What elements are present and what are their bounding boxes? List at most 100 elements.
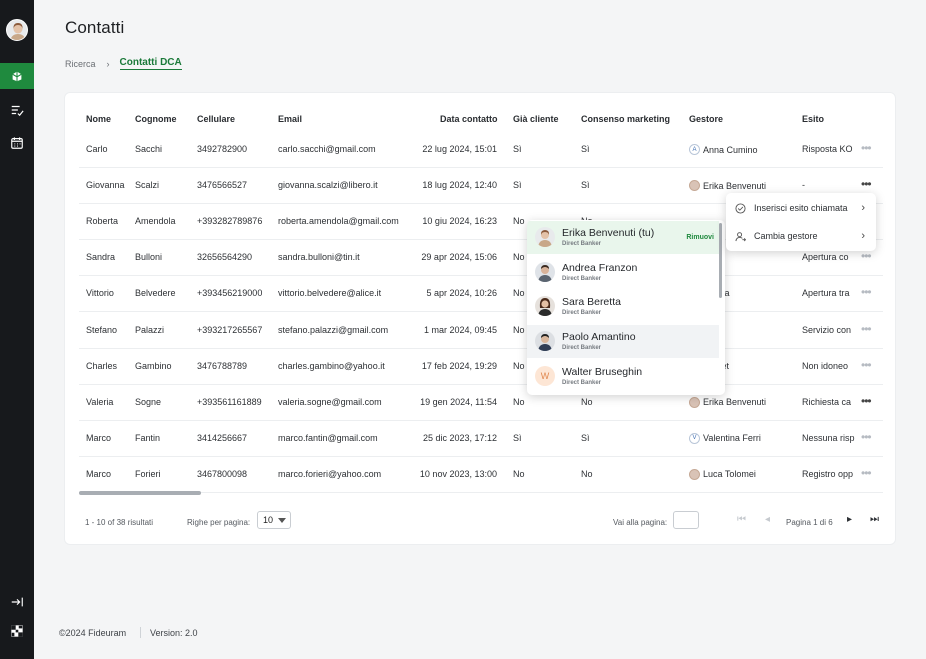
cell-data: 25 dic 2023, 17:12 [422,432,497,443]
gestore-name: Luca Tolomei [703,469,756,480]
avatar [689,180,700,192]
more-actions-icon[interactable]: ••• [861,177,872,191]
col-gestore[interactable]: Gestore [689,114,723,124]
dropdown-scrollbar[interactable] [719,223,722,298]
cell-cognome: Fantin [135,432,161,443]
user-name: Sara Beretta [562,296,621,308]
avatar [535,262,555,282]
user-role: Direct Banker [562,241,602,247]
menu-item-label: Inserisci esito chiamata [754,203,848,213]
more-actions-icon[interactable]: ••• [861,430,872,444]
col-email[interactable]: Email [278,114,302,124]
col-gia-cliente[interactable]: Già cliente [513,114,559,124]
cell-cliente: No [513,216,525,227]
col-cognome[interactable]: Cognome [135,114,177,124]
cell-esito: Risposta KO [802,144,853,154]
cell-email: marco.forieri@yahoo.com [278,468,382,479]
cell-consenso: No [581,468,593,479]
menu-item-inserisci-esito[interactable]: Inserisci esito chiamata › [726,194,876,222]
cell-email: sandra.bulloni@tin.it [278,252,360,263]
cell-email: roberta.amendola@gmail.com [278,216,399,227]
sidebar-logo [0,618,34,644]
remove-button[interactable]: Rimuovi [686,234,714,241]
footer-divider [140,627,141,638]
cell-cognome: Forieri [135,468,161,479]
cell-cell: 3414256667 [197,432,248,443]
rows-per-page-label: Righe per pagina: [187,518,251,527]
cell-cell: +393217265567 [197,324,263,335]
breadcrumb-current: Contatti DCA [119,57,182,70]
table-row[interactable]: Stefano Palazzi +393217265567 stefano.palaz… [79,313,883,349]
cell-cognome: Palazzi [135,324,165,335]
horizontal-scrollbar[interactable] [79,491,201,495]
cell-cliente: No [513,468,525,479]
gestore-name: Valentina Ferri [703,433,761,444]
avatar: V [689,432,700,444]
rows-per-page-select[interactable]: 10 [257,511,291,529]
calendar-icon [11,137,23,149]
row-action-menu: Inserisci esito chiamata › Cambia gestor… [726,193,876,251]
sidebar-item-calendar[interactable] [0,130,34,156]
user-option[interactable]: Andrea Franzon Direct Banker [527,256,719,289]
user-option[interactable]: Erika Benvenuti (tu) Direct Banker Rimuo… [527,221,719,254]
version: Version: 2.0 [150,628,198,638]
first-page-icon[interactable]: ⏮ [737,514,746,525]
col-esito[interactable]: Esito [802,114,824,124]
user-avatar[interactable] [6,19,28,41]
col-data-contatto[interactable]: Data contatto [440,114,498,124]
breadcrumb-ricerca[interactable]: Ricerca [65,59,96,69]
user-option[interactable]: W Walter Bruseghin Direct Banker [527,360,719,393]
col-cellulare[interactable]: Cellulare [197,114,235,124]
goto-page-input[interactable] [673,511,699,529]
cell-esito: Servizio con [802,324,852,335]
cell-data: 19 gen 2024, 11:54 [420,396,497,407]
cell-cliente: Sì [513,144,522,154]
cell-cognome: Sogne [135,396,162,407]
more-actions-icon[interactable]: ••• [861,322,872,336]
more-actions-icon[interactable]: ••• [861,141,872,155]
cell-data: 5 apr 2024, 10:26 [426,288,497,299]
table-row[interactable]: Marco Fantin 3414256667 marco.fantin@gmail.… [79,421,883,457]
cell-cognome: Belvedere [135,288,176,299]
more-actions-icon[interactable]: ••• [861,249,872,263]
col-consenso[interactable]: Consenso marketing [581,114,670,124]
cell-data: 22 lug 2024, 15:01 [422,144,497,154]
more-actions-icon[interactable]: ••• [861,358,872,372]
cell-cognome: Scalzi [135,180,160,191]
gestore-name: Anna Cumino [703,144,758,155]
cell-email: charles.gambino@yahoo.it [278,360,385,371]
next-page-icon[interactable]: ▸ [847,514,852,525]
col-nome[interactable]: Nome [86,114,111,124]
gestore-dropdown: Erika Benvenuti (tu) Direct Banker Rimuo… [527,220,725,395]
cell-nome: Marco [86,432,112,443]
user-option[interactable]: Sara Beretta Direct Banker [527,290,719,323]
chevron-right-icon: › [861,230,865,242]
menu-item-cambia-gestore[interactable]: Cambia gestore › [726,222,876,250]
cell-data: 10 nov 2023, 13:00 [419,468,497,479]
cell-gestore: V Valentina Ferri [689,432,761,444]
more-actions-icon[interactable]: ••• [861,285,872,299]
menu-item-label: Cambia gestore [754,231,818,241]
user-role: Direct Banker [562,276,602,282]
table-row[interactable]: Carlo Sacchi 3492782900 carlo.sacchi@gmail.… [79,132,883,168]
table-row[interactable]: Marco Forieri 3467800098 marco.forieri@yaho… [79,457,883,493]
cell-cell: 32656564290 [197,252,253,263]
sidebar-item-tasks[interactable] [0,97,34,123]
cell-cell: +393456219000 [197,288,263,299]
cell-email: stefano.palazzi@gmail.com [278,324,389,335]
avatar [689,396,700,408]
user-name: Erika Benvenuti (tu) [562,227,655,239]
prev-page-icon[interactable]: ◂ [765,514,770,525]
table-row[interactable]: Charles Gambino 3476788789 charles.gambino@… [79,349,883,385]
table-row[interactable]: Valeria Sogne +393561161889 valeria.sogne@g… [79,385,883,421]
more-actions-icon[interactable]: ••• [861,394,872,408]
last-page-icon[interactable]: ⏭ [870,514,879,525]
chevron-right-icon: › [861,202,865,214]
copyright: ©2024 Fideuram [59,628,127,638]
table-row[interactable]: Vittorio Belvedere +393456219000 vittorio.b… [79,276,883,313]
sidebar-item-contacts[interactable] [0,63,34,89]
cell-nome: Valeria [86,396,114,407]
user-option[interactable]: Paolo Amantino Direct Banker [527,325,719,358]
sidebar-collapse[interactable] [0,589,34,615]
more-actions-icon[interactable]: ••• [861,466,872,480]
